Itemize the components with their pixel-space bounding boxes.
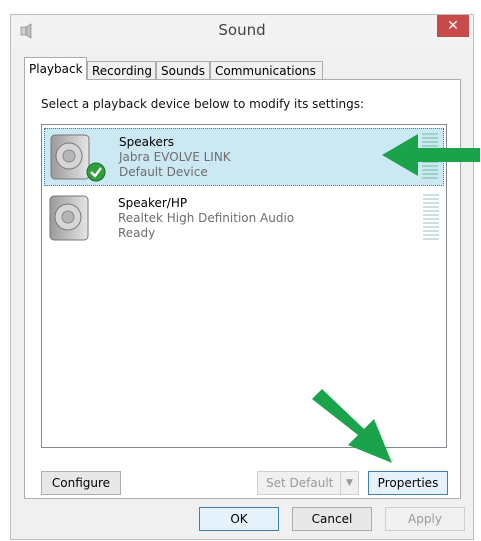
playback-panel: Select a playback device below to modify…: [24, 79, 461, 499]
device-description: Jabra EVOLVE LINK: [119, 150, 231, 164]
ok-button[interactable]: OK: [199, 507, 279, 531]
title-bar[interactable]: Sound ✕: [11, 15, 473, 47]
device-row-speakers[interactable]: Speakers Jabra EVOLVE LINK Default Devic…: [44, 128, 444, 186]
instruction-text: Select a playback device below to modify…: [41, 97, 365, 111]
sound-dialog: Sound ✕ Playback Recording Sounds Commun…: [10, 14, 474, 540]
tab-sounds[interactable]: Sounds: [156, 61, 210, 79]
device-name: Speaker/HP: [118, 196, 188, 210]
device-info: Speakers Jabra EVOLVE LINK Default Devic…: [119, 135, 231, 180]
device-name: Speakers: [119, 135, 175, 149]
volume-level-meter: [422, 133, 438, 181]
speaker-icon: [49, 195, 89, 241]
tab-recording[interactable]: Recording: [87, 61, 156, 79]
close-icon: ✕: [447, 18, 459, 34]
set-default-label: Set Default: [266, 476, 334, 490]
window-title: Sound: [218, 21, 266, 39]
chevron-down-icon[interactable]: ▼: [340, 472, 358, 494]
set-default-button[interactable]: Set Default ▼: [257, 471, 359, 495]
cancel-button[interactable]: Cancel: [292, 507, 372, 531]
close-button[interactable]: ✕: [437, 15, 469, 37]
tab-playback[interactable]: Playback: [24, 57, 87, 80]
device-row-speaker-hp[interactable]: Speaker/HP Realtek High Definition Audio…: [44, 190, 444, 248]
device-list[interactable]: Speakers Jabra EVOLVE LINK Default Devic…: [41, 124, 447, 448]
device-status: Default Device: [119, 165, 208, 179]
properties-button[interactable]: Properties: [368, 471, 448, 495]
configure-button[interactable]: Configure: [41, 471, 121, 495]
tab-communications[interactable]: Communications: [210, 61, 323, 79]
green-check-icon: [86, 162, 106, 182]
apply-button[interactable]: Apply: [385, 507, 465, 531]
device-description: Realtek High Definition Audio: [118, 211, 295, 225]
device-status: Ready: [118, 226, 156, 240]
volume-level-meter: [423, 194, 439, 242]
device-info: Speaker/HP Realtek High Definition Audio…: [118, 196, 294, 241]
